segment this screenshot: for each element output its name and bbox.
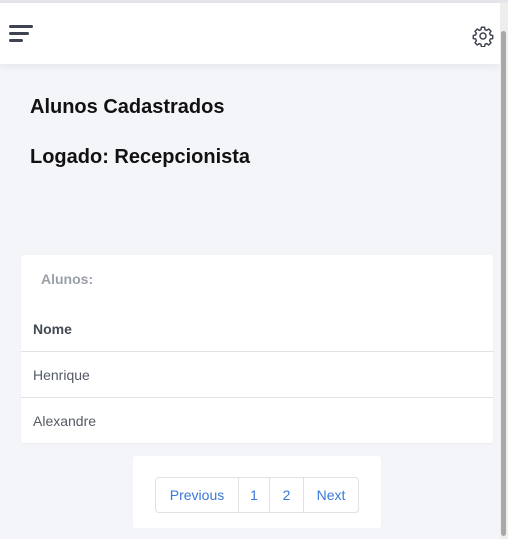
page-title: Alunos Cadastrados [30,96,225,118]
students-card: Alunos: Nome Henrique Alexandre [21,255,493,443]
table-divider [21,397,493,398]
gear-icon[interactable] [472,25,494,47]
top-navbar [0,3,500,64]
table-row: Alexandre [33,413,97,429]
pagination-container: Previous 1 2 Next [133,456,381,528]
pagination-next-button[interactable]: Next [303,478,358,512]
table-divider [21,351,493,352]
scrollbar-thumb[interactable] [501,31,506,536]
table-header-nome: Nome [33,321,72,337]
hamburger-menu-icon[interactable] [9,23,35,43]
pagination-page-1[interactable]: 1 [238,478,269,512]
page-scrollbar[interactable] [500,3,508,539]
pagination: Previous 1 2 Next [155,477,359,513]
pagination-previous-button[interactable]: Previous [156,478,238,512]
table-row: Henrique [33,367,90,383]
card-title: Alunos: [41,271,94,287]
pagination-page-2[interactable]: 2 [269,478,303,512]
logged-user-label: Logado: Recepcionista [30,146,251,168]
